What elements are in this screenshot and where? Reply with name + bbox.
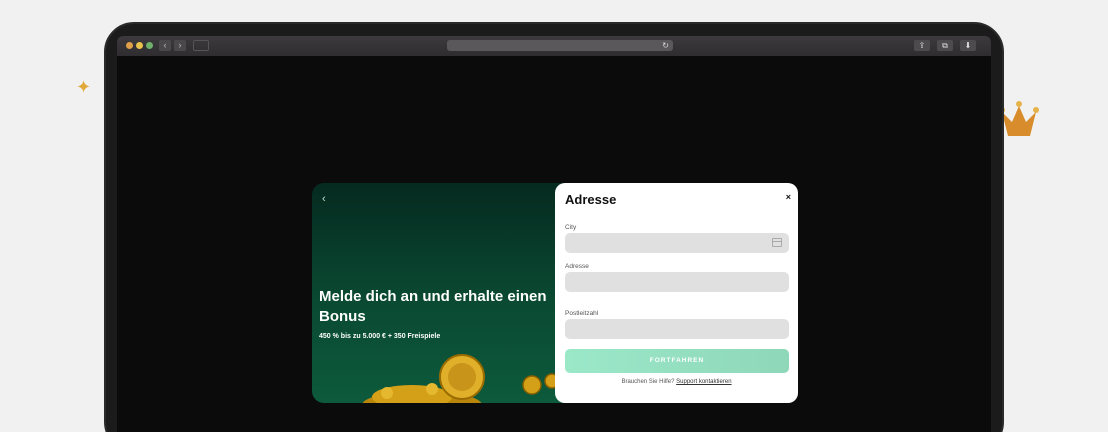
address-label: Adresse <box>565 263 589 270</box>
address-modal: Adresse × City Adresse Postleitzahl FORT… <box>555 183 798 403</box>
promo-title: Melde dich an und erhalte einen Bonus <box>319 288 547 325</box>
calendar-icon[interactable] <box>772 238 782 247</box>
browser-toolbar: ‹ › ↻ ⇪ ⧉ ⬇ <box>117 36 991 56</box>
postal-code-label: Postleitzahl <box>565 310 599 317</box>
address-bar[interactable]: ↻ <box>447 40 673 51</box>
help-row: Brauchen Sie Hilfe? Support kontaktieren <box>555 379 798 385</box>
close-window-button[interactable] <box>126 42 133 49</box>
back-icon[interactable]: ‹ <box>322 193 326 205</box>
postal-code-field[interactable] <box>565 319 789 339</box>
continue-button[interactable]: FORTFAHREN <box>565 349 789 373</box>
back-icon[interactable]: ‹ <box>159 40 171 51</box>
download-icon[interactable]: ⬇ <box>960 40 976 51</box>
minimize-window-button[interactable] <box>136 42 143 49</box>
tabs-icon[interactable]: ⧉ <box>937 40 953 51</box>
help-text: Brauchen Sie Hilfe? <box>621 379 675 385</box>
city-label: City <box>565 224 577 231</box>
modal-title: Adresse <box>565 192 617 207</box>
reload-icon[interactable]: ↻ <box>662 40 669 51</box>
address-field[interactable] <box>565 272 789 292</box>
browser-window: ‹ › ↻ ⇪ ⧉ ⬇ ‹ Melde dich an und erhalte … <box>117 36 991 432</box>
sidebar-icon[interactable] <box>193 40 209 51</box>
maximize-window-button[interactable] <box>146 42 153 49</box>
support-link[interactable]: Support kontaktieren <box>676 379 731 385</box>
forward-icon[interactable]: › <box>174 40 186 51</box>
share-icon[interactable]: ⇪ <box>914 40 930 51</box>
sparkle-icon: ✦ <box>76 77 92 97</box>
promo-subtitle: 450 % bis zu 5.000 € + 350 Freispiele <box>319 333 441 340</box>
coins-illustration <box>362 354 560 403</box>
city-field[interactable] <box>565 233 789 253</box>
close-icon[interactable]: × <box>786 192 791 202</box>
promo-panel: ‹ Melde dich an und erhalte einen Bonus … <box>312 183 572 403</box>
